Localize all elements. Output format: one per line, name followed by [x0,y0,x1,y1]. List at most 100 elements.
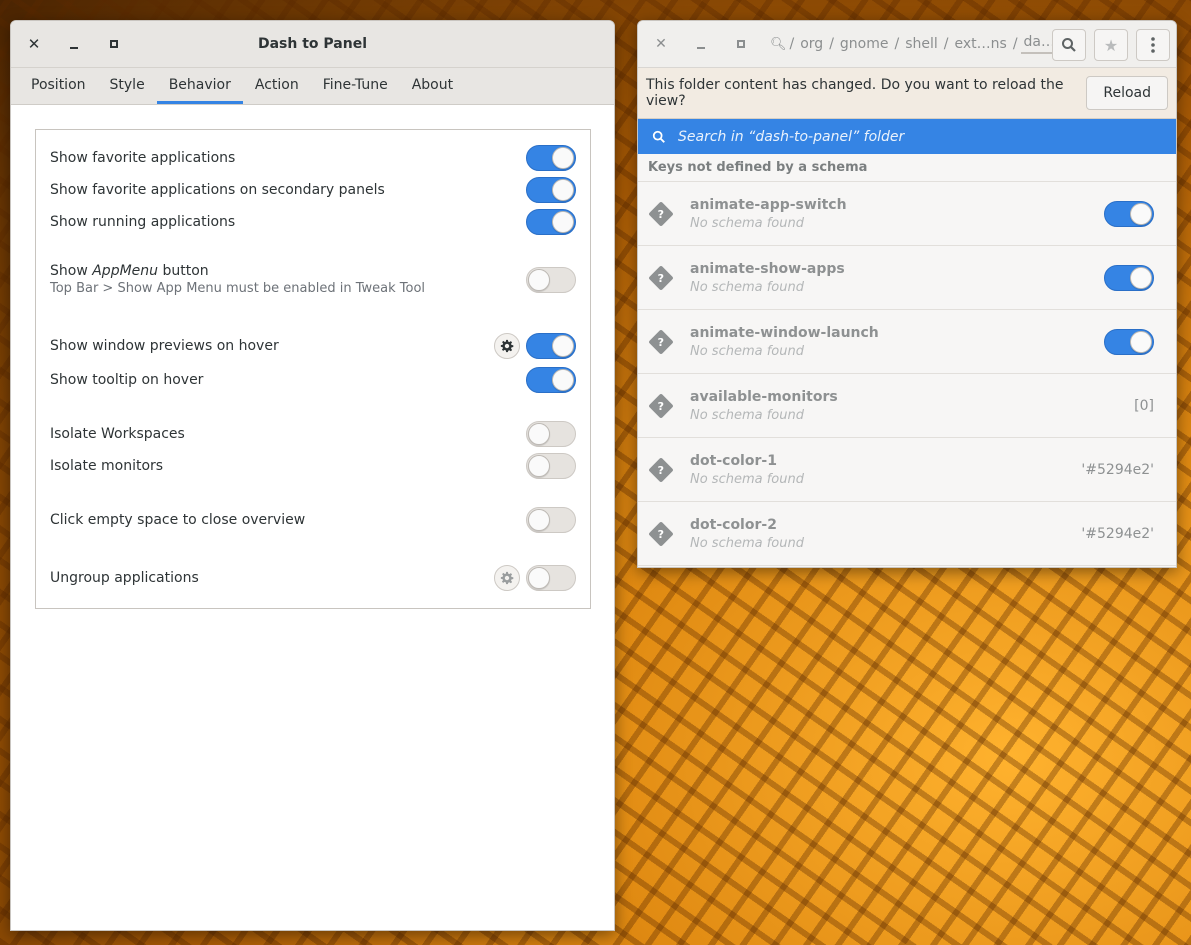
label-part: button [158,263,209,279]
breadcrumb-item[interactable]: org [797,36,826,52]
key-value: [0] [1134,397,1154,414]
dash-to-panel-window: ✕ Dash to Panel Position Style Behavior … [10,20,615,931]
infobar-message: This folder content has changed. Do you … [646,77,1064,109]
tab-behavior[interactable]: Behavior [156,68,243,104]
isolate-workspaces-toggle[interactable] [526,421,576,447]
section-header: Keys not defined by a schema [638,154,1176,182]
close-button[interactable]: ✕ [19,29,49,59]
headerbar: ✕ 🔍︎ / org / gnome / shell / ext…ns / da… [638,21,1176,68]
key-row[interactable]: ? dot-color-2 No schema found '#5294e2' [638,502,1176,566]
isolate-monitors-toggle[interactable] [526,453,576,479]
setting-label: Isolate Workspaces [50,426,185,442]
minimize-button[interactable] [686,29,716,59]
setting-row-show-favorites: Show favorite applications [50,145,576,171]
setting-label: Ungroup applications [50,570,199,586]
star-icon: ★ [1103,35,1119,55]
key-toggle[interactable] [1104,200,1154,227]
key-row[interactable]: ? animate-window-launch No schema found [638,310,1176,374]
key-name: dot-color-2 [690,516,777,533]
maximize-button[interactable] [726,29,756,59]
key-note: No schema found [690,535,804,551]
tab-style[interactable]: Style [98,68,157,104]
tooltip-toggle[interactable] [526,367,576,393]
close-icon: ✕ [655,36,667,52]
key-name: animate-show-apps [690,260,845,277]
key-note: No schema found [690,343,804,359]
key-value: '#5294e2' [1081,525,1154,542]
setting-row-running-apps: Show running applications [50,209,576,235]
search-icon [1062,38,1076,52]
show-favorites-toggle[interactable] [526,145,576,171]
maximize-icon [737,40,745,48]
root-icon[interactable]: 🔍︎ [770,37,787,52]
unknown-key-icon: ? [648,264,674,291]
running-apps-toggle[interactable] [526,209,576,235]
search-placeholder: Search in “dash-to-panel” folder [678,128,905,145]
setting-label: Isolate monitors [50,458,164,474]
appmenu-toggle[interactable] [526,266,576,293]
unknown-key-icon: ? [648,328,674,355]
key-note: No schema found [690,407,804,423]
favorites-secondary-toggle[interactable] [526,177,576,203]
unknown-key-icon: ? [648,392,674,419]
setting-row-window-previews: Show window previews on hover [50,333,576,359]
setting-row-ungroup: Ungroup applications [50,565,576,591]
bookmark-button[interactable]: ★ [1094,29,1128,61]
setting-label: Show tooltip on hover [50,372,204,388]
window-previews-toggle[interactable] [526,333,576,359]
setting-label: Show running applications [50,214,236,230]
key-text: dot-color-1 No schema found [690,453,804,487]
key-name: animate-app-switch [690,196,847,213]
maximize-icon [110,40,118,48]
setting-row-click-empty: Click empty space to close overview [50,507,576,533]
setting-row-favorites-secondary: Show favorite applications on secondary … [50,177,576,203]
key-row[interactable]: ? animate-app-switch No schema found [638,182,1176,246]
ungroup-settings-button[interactable] [494,565,520,591]
key-name: animate-window-launch [690,324,879,341]
setting-row-isolate-workspaces: Isolate Workspaces [50,421,576,447]
key-row[interactable]: ? animate-show-apps No schema found [638,246,1176,310]
minimize-button[interactable] [59,29,89,59]
minimize-icon [697,47,705,49]
key-row[interactable]: ? available-monitors No schema found [0] [638,374,1176,438]
ungroup-toggle[interactable] [526,565,576,591]
key-name: available-monitors [690,388,838,405]
setting-label: Show favorite applications on secondary … [50,182,385,198]
setting-sublabel: Top Bar > Show App Menu must be enabled … [50,281,426,296]
close-button[interactable]: ✕ [646,29,676,59]
unknown-key-icon: ? [648,200,674,227]
search-icon [652,130,665,143]
key-name: dot-color-1 [690,452,777,469]
setting-label: Show favorite applications [50,150,236,166]
key-value: '#5294e2' [1081,461,1154,478]
click-empty-toggle[interactable] [526,507,576,533]
key-toggle[interactable] [1104,328,1154,355]
tab-fine-tune[interactable]: Fine-Tune [311,68,400,104]
label-part: Show [50,263,93,279]
key-text: animate-window-launch No schema found [690,325,879,359]
setting-label: Show window previews on hover [50,338,279,354]
setting-row-tooltip: Show tooltip on hover [50,367,576,393]
setting-row-appmenu: Show AppMenu button Top Bar > Show App M… [50,263,576,296]
breadcrumb-item[interactable]: shell [902,36,941,52]
maximize-button[interactable] [99,29,129,59]
unknown-key-icon: ? [648,520,674,547]
key-text: available-monitors No schema found [690,389,838,423]
reload-button[interactable]: Reload [1086,76,1168,110]
key-note: No schema found [690,279,804,295]
tab-position[interactable]: Position [19,68,98,104]
minimize-icon [70,47,78,49]
breadcrumb: 🔍︎ / org / gnome / shell / ext…ns / da…e… [770,34,1081,54]
key-toggle[interactable] [1104,264,1154,291]
key-row[interactable]: ? dot-color-1 No schema found '#5294e2' [638,438,1176,502]
tab-action[interactable]: Action [243,68,311,104]
window-previews-settings-button[interactable] [494,333,520,359]
breadcrumb-item[interactable]: gnome [837,36,892,52]
search-bar[interactable]: Search in “dash-to-panel” folder [638,119,1176,154]
menu-button[interactable] [1136,29,1170,61]
dconf-editor-window: ✕ 🔍︎ / org / gnome / shell / ext…ns / da… [637,20,1177,568]
tab-about[interactable]: About [400,68,465,104]
headerbar: ✕ Dash to Panel [11,21,614,68]
search-button[interactable] [1052,29,1086,61]
breadcrumb-item[interactable]: ext…ns [952,36,1010,52]
